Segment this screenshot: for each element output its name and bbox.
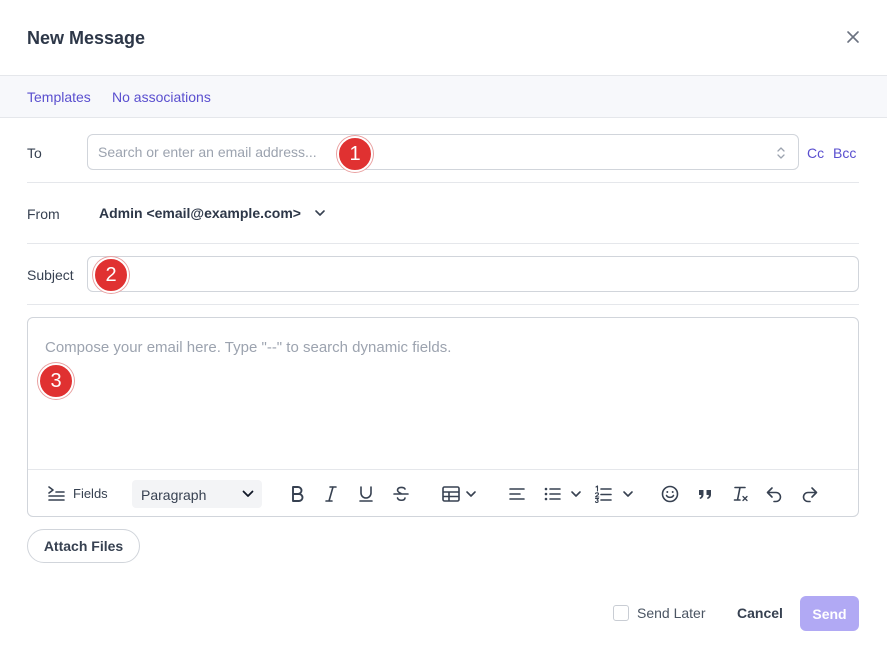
redo-icon[interactable] (800, 484, 820, 504)
to-label: To (27, 145, 42, 161)
annotation-marker: 1 (337, 136, 373, 172)
send-button[interactable]: Send (800, 596, 859, 631)
annotation-marker: 3 (38, 363, 74, 399)
italic-icon[interactable] (321, 484, 341, 504)
chevron-down-icon[interactable] (465, 484, 477, 504)
compose-placeholder: Compose your email here. Type "--" to se… (45, 339, 452, 356)
close-icon[interactable] (843, 27, 863, 47)
send-later-label[interactable]: Send Later (637, 605, 706, 621)
numbered-list-icon[interactable] (593, 484, 613, 504)
subject-input[interactable] (87, 256, 859, 292)
strikethrough-icon[interactable] (391, 484, 411, 504)
subject-label: Subject (27, 267, 74, 283)
email-editor: Compose your email here. Type "--" to se… (27, 317, 859, 517)
to-input[interactable] (98, 143, 758, 161)
templates-link[interactable]: Templates (27, 89, 91, 105)
associations-link[interactable]: No associations (112, 89, 211, 105)
send-later-checkbox[interactable] (613, 605, 629, 621)
bcc-link[interactable]: Bcc (833, 145, 856, 161)
compose-area[interactable]: Compose your email here. Type "--" to se… (28, 318, 858, 469)
paragraph-select[interactable]: Paragraph (132, 480, 262, 508)
divider (27, 182, 859, 183)
chevron-down-icon[interactable] (570, 484, 582, 504)
emoji-icon[interactable] (660, 484, 680, 504)
annotation-marker: 2 (93, 257, 129, 293)
bold-icon[interactable] (287, 484, 307, 504)
editor-toolbar: Fields Paragraph (28, 469, 858, 516)
divider (27, 304, 859, 305)
fields-icon[interactable] (47, 484, 67, 504)
undo-icon[interactable] (764, 484, 784, 504)
clear-formatting-icon[interactable] (730, 484, 750, 504)
table-icon[interactable] (441, 484, 461, 504)
from-label: From (27, 206, 60, 222)
bulleted-list-icon[interactable] (542, 484, 562, 504)
dialog-header: New Message (0, 0, 887, 76)
dialog-title: New Message (27, 28, 146, 48)
link-bar: Templates No associations (0, 76, 887, 118)
chevron-down-icon[interactable] (314, 208, 326, 218)
divider (27, 243, 859, 244)
updown-chevron-icon (777, 147, 785, 159)
to-field[interactable] (87, 134, 799, 170)
from-select[interactable]: Admin <email@example.com> (99, 205, 301, 221)
align-left-icon[interactable] (507, 484, 527, 504)
paragraph-label: Paragraph (141, 487, 207, 503)
fields-button[interactable]: Fields (73, 486, 108, 501)
underline-icon[interactable] (356, 484, 376, 504)
chevron-down-icon[interactable] (622, 484, 634, 504)
blockquote-icon[interactable] (695, 484, 715, 504)
new-message-dialog: New Message Templates No associations To… (0, 0, 887, 658)
chevron-down-icon (242, 490, 254, 497)
cancel-button[interactable]: Cancel (737, 605, 783, 621)
cc-link[interactable]: Cc (807, 145, 824, 161)
attach-files-button[interactable]: Attach Files (27, 529, 140, 563)
